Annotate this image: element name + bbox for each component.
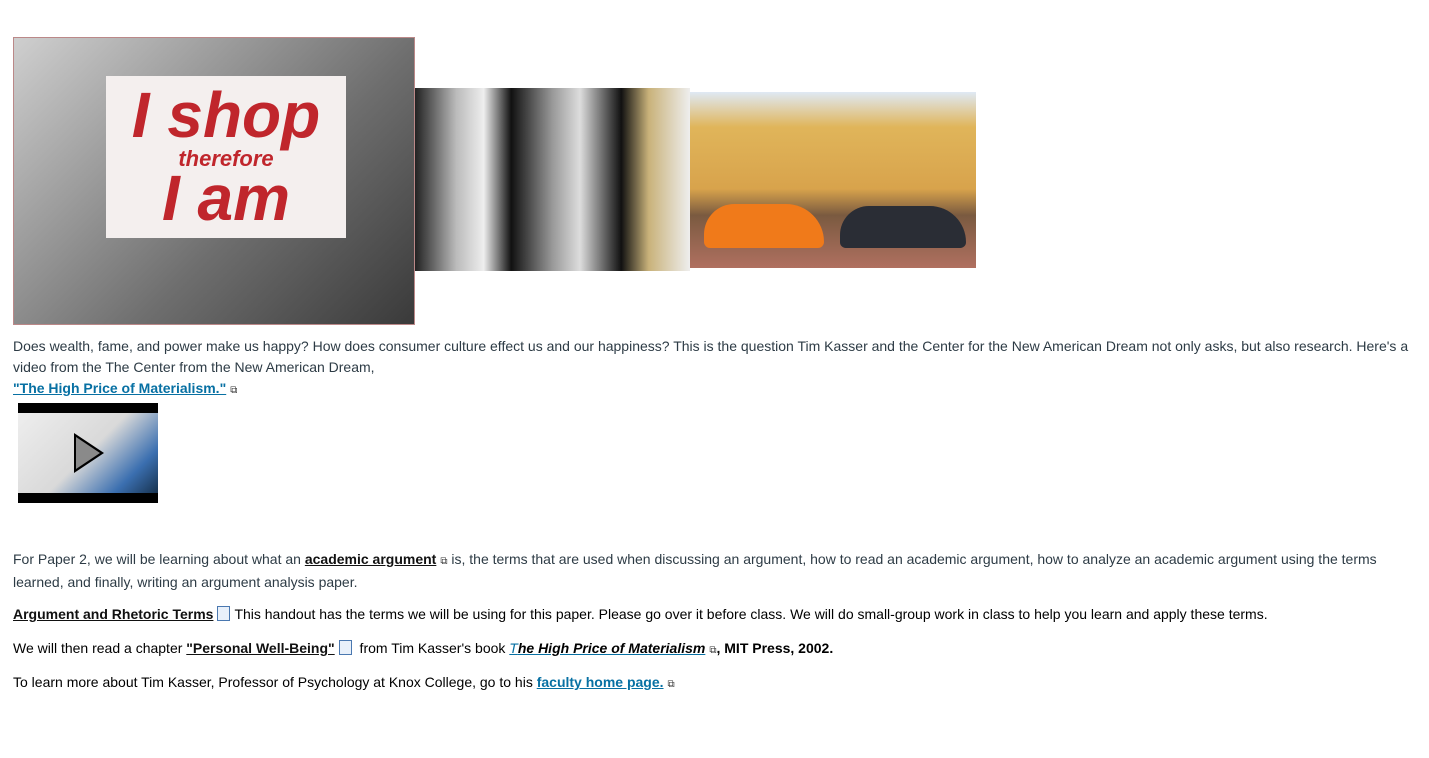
paper2-paragraph: For Paper 2, we will be learning about w… — [13, 549, 1423, 593]
video-link[interactable]: "The High Price of Materialism." — [13, 380, 226, 396]
header-images: I shop therefore I am — [13, 37, 976, 325]
document-preview-icon[interactable] — [338, 640, 352, 655]
handbags-image — [415, 88, 690, 271]
video-thumbnail[interactable] — [18, 403, 158, 503]
i-shop-therefore-i-am-image: I shop therefore I am — [13, 37, 415, 325]
image-text: I shop — [131, 79, 321, 151]
text: , MIT Press, 2002. — [716, 640, 834, 656]
book-first-letter: T — [509, 640, 518, 656]
chapter-paragraph: We will then read a chapter "Personal We… — [13, 638, 1423, 661]
mansion-cars-image — [690, 92, 976, 268]
personal-well-being-link[interactable]: "Personal Well-Being" — [186, 640, 334, 656]
book-link[interactable]: The High Price of Materialism — [509, 640, 705, 656]
argument-rhetoric-terms-link[interactable]: Argument and Rhetoric Terms — [13, 606, 213, 622]
play-icon[interactable] — [74, 433, 104, 473]
book-title: he High Price of Materialism — [517, 640, 706, 656]
kasser-paragraph: To learn more about Tim Kasser, Professo… — [13, 672, 1423, 695]
image-card: I shop therefore I am — [106, 76, 346, 238]
document-preview-icon[interactable] — [217, 606, 231, 621]
orange-car — [704, 204, 824, 248]
external-link-icon: ⧉ — [667, 679, 675, 690]
academic-argument-link[interactable]: academic argument — [305, 551, 437, 567]
text: from Tim Kasser's book — [355, 640, 510, 656]
text: We will then read a chapter — [13, 640, 187, 656]
black-car — [840, 206, 966, 248]
text: For Paper 2, we will be learning about w… — [13, 551, 305, 567]
faculty-home-page-link[interactable]: faculty home page. — [537, 674, 664, 690]
image-text: I am — [161, 162, 291, 234]
text: This handout has the terms we will be us… — [234, 606, 1268, 622]
terms-paragraph: Argument and Rhetoric Terms This handout … — [13, 604, 1423, 625]
external-link-icon: ⧉ — [230, 385, 238, 396]
intro-text: Does wealth, fame, and power make us hap… — [13, 338, 1409, 375]
intro-paragraph: Does wealth, fame, and power make us hap… — [13, 336, 1423, 401]
text: To learn more about Tim Kasser, Professo… — [13, 674, 537, 690]
